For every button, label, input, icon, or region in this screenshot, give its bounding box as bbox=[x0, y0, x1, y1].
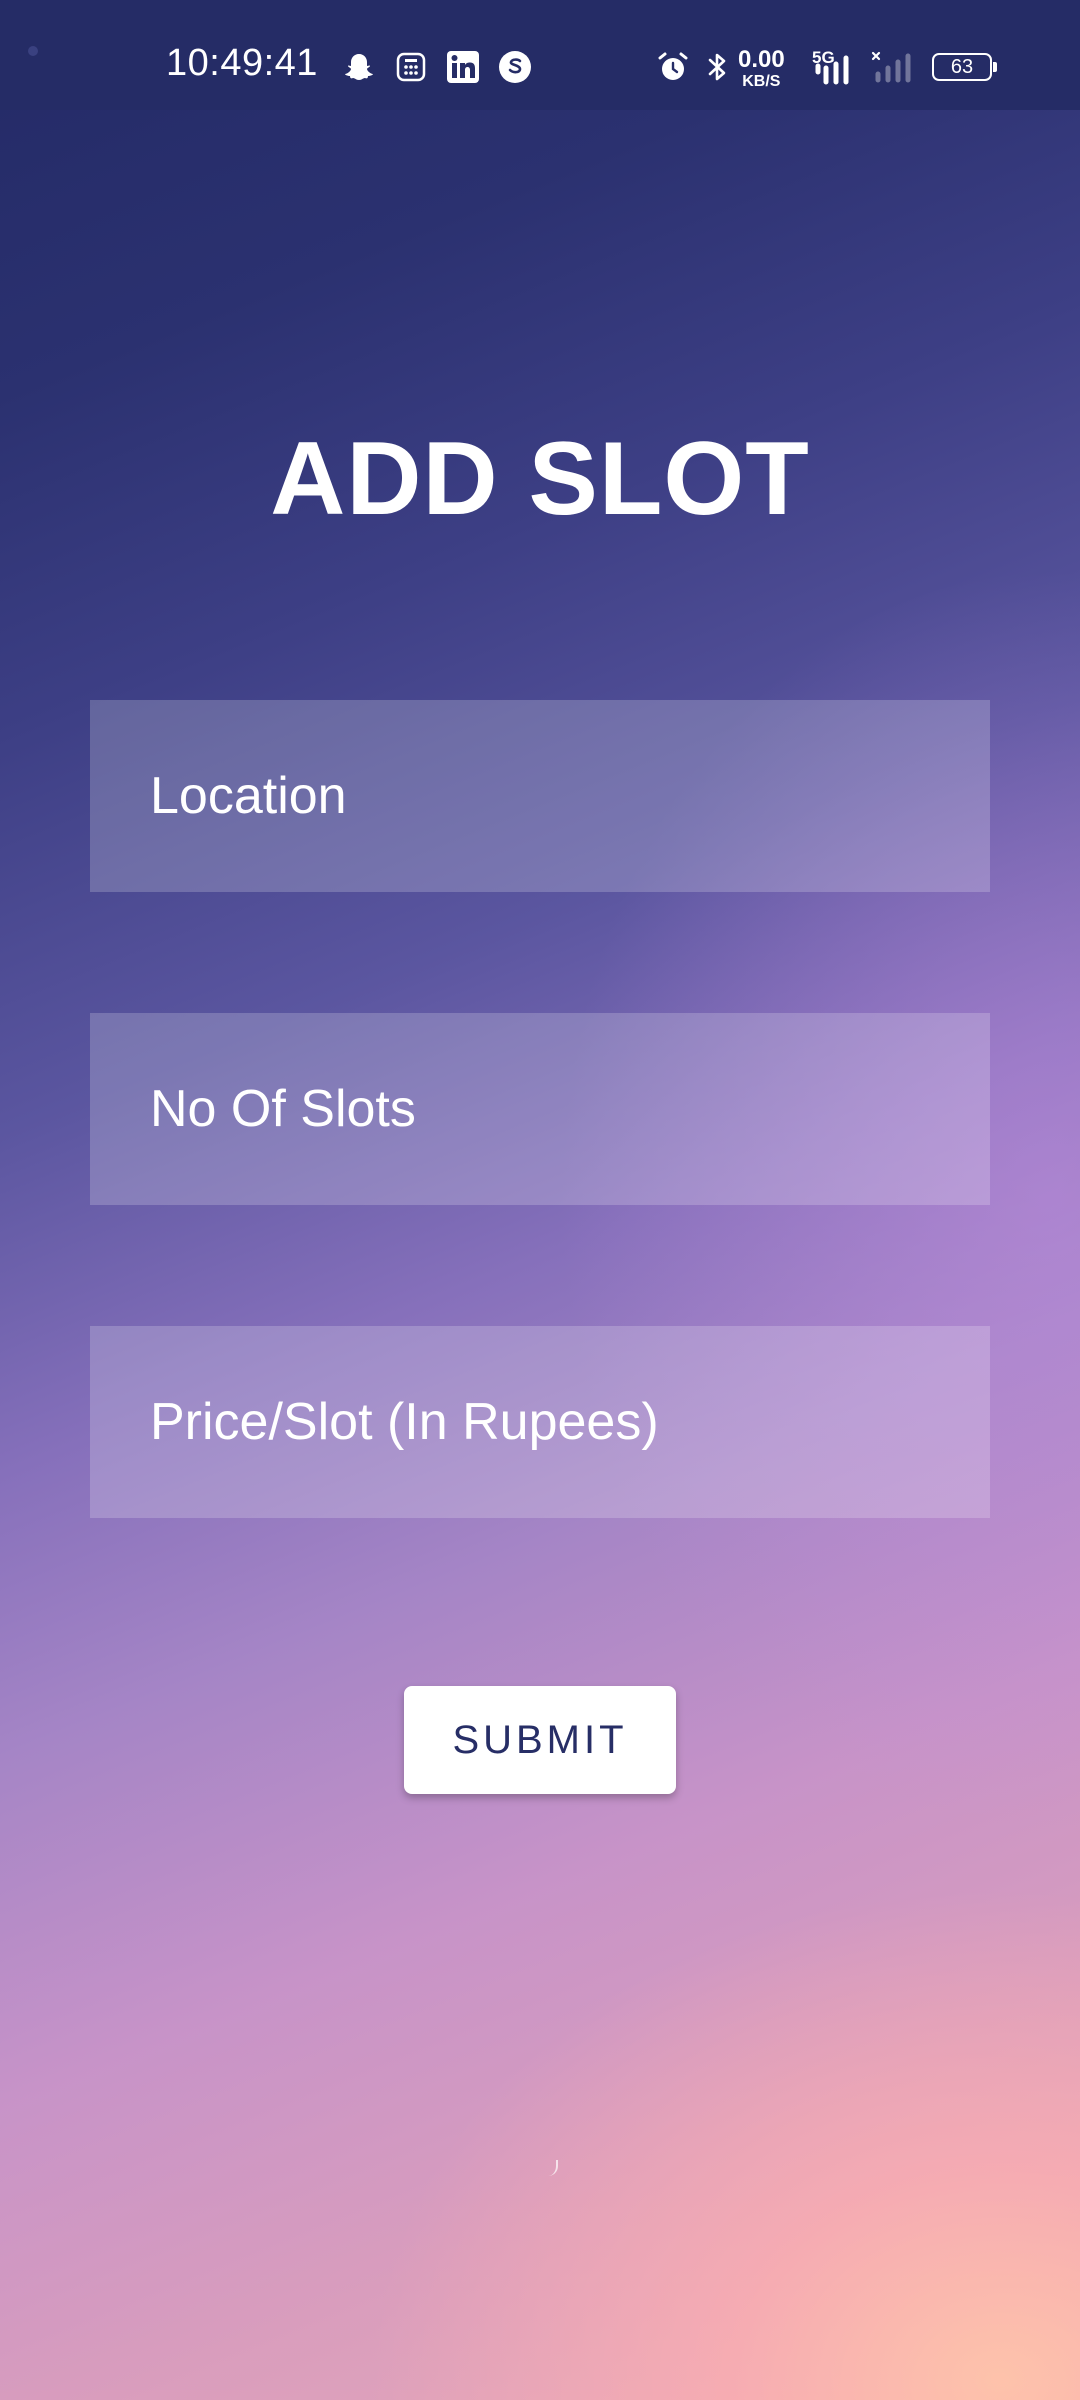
s-app-icon bbox=[498, 50, 532, 84]
slots-field[interactable] bbox=[90, 1013, 990, 1205]
alarm-icon bbox=[656, 50, 690, 84]
signal-no-service-icon bbox=[870, 50, 920, 84]
loading-mark bbox=[544, 2160, 558, 2176]
page-title: ADD SLOT bbox=[270, 421, 810, 537]
network-speed-value: 0.00 bbox=[738, 46, 785, 73]
snapchat-icon bbox=[342, 50, 376, 84]
price-input[interactable] bbox=[150, 1392, 990, 1452]
network-speed: 0.00 KB/S bbox=[738, 48, 785, 90]
location-input[interactable] bbox=[150, 766, 990, 826]
linkedin-icon bbox=[446, 50, 480, 84]
submit-button[interactable]: SUBMIT bbox=[404, 1686, 676, 1794]
battery-indicator: 63 bbox=[932, 53, 997, 81]
network-speed-unit: KB/S bbox=[742, 73, 781, 90]
calculator-icon bbox=[394, 50, 428, 84]
location-field[interactable] bbox=[90, 700, 990, 892]
slots-input[interactable] bbox=[150, 1079, 990, 1139]
price-field[interactable] bbox=[90, 1326, 990, 1518]
signal-5g-icon bbox=[812, 52, 858, 86]
bluetooth-icon bbox=[700, 50, 734, 84]
status-time: 10:49:41 bbox=[166, 42, 318, 84]
camera-cutout bbox=[28, 46, 38, 56]
status-bar: 10:49:41 0.00 KB/S 5G 63 bbox=[0, 0, 1080, 110]
add-slot-screen: 10:49:41 0.00 KB/S 5G 63 ADD SLOT Locati… bbox=[0, 0, 1080, 2400]
